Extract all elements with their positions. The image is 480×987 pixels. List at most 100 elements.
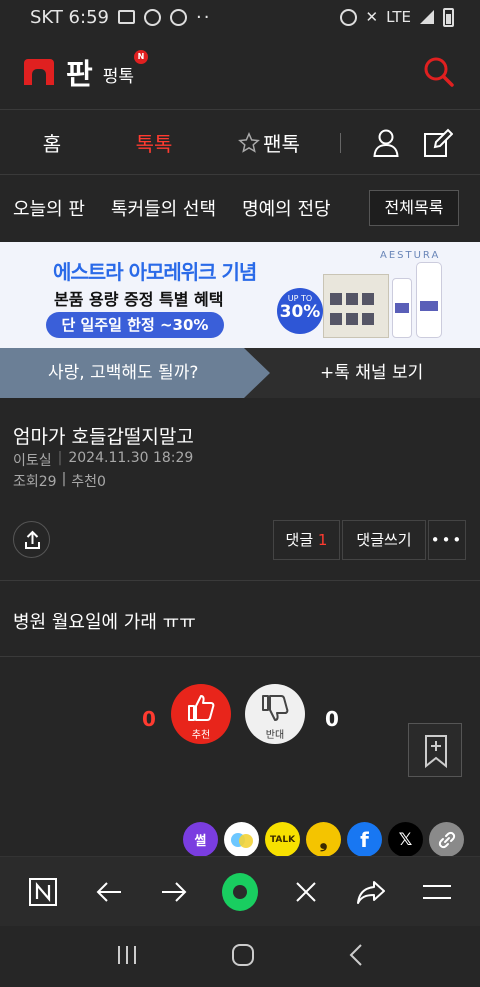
share-row: 썰 TALK ❟ f 𝕏 [183, 822, 464, 857]
tab-divider [340, 132, 341, 153]
home-nav-button[interactable] [231, 943, 255, 971]
edit-icon [424, 128, 454, 157]
divider [0, 656, 480, 657]
gallery-icon [117, 10, 135, 24]
more-notifications-icon: ·· [195, 6, 212, 28]
oppose-count: 0 [325, 707, 339, 731]
post-date: 2024.11.30 18:29 [68, 450, 194, 466]
banner-discount-badge: UP TO 30% [277, 288, 323, 334]
share-x-button[interactable]: 𝕏 [388, 822, 423, 857]
pan-logo-text[interactable]: 판 [66, 51, 93, 93]
comments-button[interactable]: 댓글 1 [273, 520, 340, 560]
recent-apps-button[interactable] [116, 945, 138, 969]
banner-promo-pill: 단 일주일 한정 ~30% [46, 312, 224, 338]
share-ssul-button[interactable]: 썰 [183, 822, 218, 857]
post-views: 조회29 [13, 474, 57, 490]
post-stats: 조회29 | 추천0 [13, 471, 106, 491]
badge-percent: 30% [279, 302, 321, 322]
home-nav-icon [231, 943, 254, 966]
nate-home-button[interactable] [25, 874, 61, 910]
recommend-label: 추천 [191, 730, 211, 741]
oppose-label: 반대 [265, 730, 285, 741]
app-bar: 판 펑톡 N [0, 34, 480, 110]
share-button[interactable] [13, 521, 50, 558]
pyeongtok-label[interactable]: 펑톡 N [102, 50, 148, 87]
c-icon [169, 8, 187, 26]
channel-name[interactable]: 사랑, 고백해도 될까? [0, 348, 270, 398]
tab-home[interactable]: 홈 [0, 128, 104, 157]
pyeongtok-text: 펑톡 [102, 67, 134, 87]
bookmark-add-icon [425, 735, 447, 769]
product-box-image [323, 274, 389, 338]
recent-apps-icon [118, 945, 137, 964]
subnav-talkers-choice[interactable]: 톡커들의 선택 [111, 195, 216, 221]
share-kakaotalk-button[interactable]: TALK [265, 822, 300, 857]
share-facebook-button[interactable]: f [347, 822, 382, 857]
band-icon [230, 832, 253, 848]
post-author[interactable]: 이토실 [13, 450, 52, 470]
tab-fantok[interactable]: 팬톡 [204, 128, 334, 157]
arrow-right-icon [162, 881, 187, 902]
alarm-icon [340, 8, 358, 26]
share-link-button[interactable] [429, 822, 464, 857]
post-title: 엄마가 호들갑떨지말고 [13, 426, 194, 448]
search-button[interactable] [422, 55, 456, 89]
post-recommend: 추천0 [71, 474, 106, 490]
browser-toolbar [0, 856, 480, 926]
oppose-button[interactable]: 반대 [245, 684, 305, 744]
comments-label: 댓글 [285, 531, 314, 549]
recommend-count: 0 [142, 707, 156, 731]
signal-icon [420, 10, 434, 24]
banner-brand: AESTURA [380, 250, 441, 261]
thumbs-up-icon [188, 695, 215, 721]
close-button[interactable] [288, 874, 324, 910]
back-button[interactable] [91, 874, 127, 910]
search-icon [424, 57, 454, 87]
tab-toktok[interactable]: 톡톡 [104, 128, 204, 157]
lte-label: LTE [386, 8, 411, 26]
green-circle-icon [221, 872, 258, 911]
channel-more-link[interactable]: +톡 채널 보기 [320, 348, 423, 398]
subnav-hall-of-fame[interactable]: 명예의 전당 [242, 195, 331, 221]
nate-logo-icon[interactable] [24, 58, 54, 85]
share-band-button[interactable] [224, 822, 259, 857]
more-options-button[interactable]: ••• [428, 520, 466, 560]
link-icon [438, 831, 455, 848]
sub-nav: 오늘의 판 톡커들의 선택 명예의 전당 전체목록 [0, 176, 480, 240]
bookmark-button[interactable] [408, 723, 462, 777]
comments-count: 1 [317, 531, 328, 549]
write-button[interactable] [423, 128, 454, 158]
ad-banner[interactable]: 에스트라 아모레위크 기념 본품 용량 증정 특별 혜택 단 일주일 한정 ~3… [0, 242, 480, 348]
post-meta: 이토실 | 2024.11.30 18:29 [13, 450, 193, 470]
all-list-button[interactable]: 전체목록 [369, 190, 459, 226]
back-nav-button[interactable] [348, 943, 364, 971]
product-bottle-image [392, 278, 412, 338]
main-tabs: 홈 톡톡 팬톡 [0, 111, 480, 175]
recommend-button[interactable]: 추천 [171, 684, 231, 744]
close-icon [295, 881, 316, 902]
thumbs-down-icon [262, 695, 289, 721]
menu-button[interactable] [419, 874, 455, 910]
subnav-today[interactable]: 오늘의 판 [13, 195, 85, 221]
share-arrow-icon [357, 880, 386, 904]
channel-bar: 사랑, 고백해도 될까? +톡 채널 보기 [0, 348, 480, 398]
hamburger-icon [423, 884, 452, 899]
stats-separator: | [61, 471, 67, 487]
mute-icon: ✕ [365, 8, 379, 26]
divider [0, 580, 480, 581]
share-kakaostory-button[interactable]: ❟ [306, 822, 341, 857]
meta-separator: | [57, 450, 63, 466]
star-icon [238, 131, 261, 153]
share-page-button[interactable] [353, 874, 389, 910]
product-pump-bottle-image [416, 262, 442, 338]
arrow-left-icon [96, 881, 121, 902]
forward-button[interactable] [156, 874, 192, 910]
banner-headline: 에스트라 아모레위크 기념 [53, 260, 257, 284]
banner-subline: 본품 용량 증정 특별 혜택 [54, 290, 224, 309]
status-bar: SKT 6:59 ·· ✕ LTE [0, 0, 480, 34]
battery-icon [443, 7, 454, 27]
browser-home-button[interactable] [221, 872, 258, 911]
write-comment-button[interactable]: 댓글쓰기 [342, 520, 426, 560]
system-nav-bar [0, 926, 480, 987]
my-page-button[interactable] [373, 129, 399, 157]
